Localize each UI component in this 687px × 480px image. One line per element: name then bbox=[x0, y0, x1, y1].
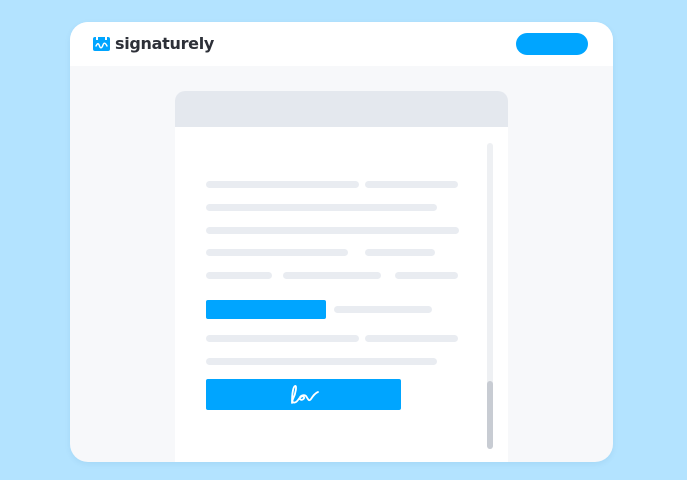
text-placeholder-line bbox=[206, 249, 348, 256]
document-page bbox=[175, 91, 508, 462]
text-placeholder-line bbox=[365, 181, 458, 188]
text-placeholder-line bbox=[206, 358, 437, 365]
text-placeholder-line bbox=[334, 306, 432, 313]
app-window: signaturely bbox=[70, 22, 613, 462]
text-input-field[interactable] bbox=[206, 300, 326, 319]
text-placeholder-line bbox=[365, 249, 435, 256]
scrollbar-thumb[interactable] bbox=[487, 381, 493, 449]
text-placeholder-line bbox=[206, 204, 437, 211]
header-action-button[interactable] bbox=[516, 33, 588, 55]
document-header bbox=[175, 91, 508, 127]
brand-name: signaturely bbox=[115, 34, 215, 53]
signature-logo-icon bbox=[93, 37, 110, 51]
text-placeholder-line bbox=[395, 272, 458, 279]
signature-scribble-icon bbox=[291, 385, 319, 404]
text-placeholder-line bbox=[283, 272, 381, 279]
document-scrollbar[interactable] bbox=[487, 143, 493, 449]
text-placeholder-line bbox=[365, 335, 458, 342]
text-placeholder-line bbox=[206, 181, 359, 188]
text-placeholder-line bbox=[206, 335, 359, 342]
top-bar: signaturely bbox=[70, 22, 613, 66]
signature-field[interactable] bbox=[206, 379, 401, 410]
text-placeholder-line bbox=[206, 227, 459, 234]
brand-logo[interactable]: signaturely bbox=[93, 34, 214, 54]
text-placeholder-line bbox=[206, 272, 272, 279]
